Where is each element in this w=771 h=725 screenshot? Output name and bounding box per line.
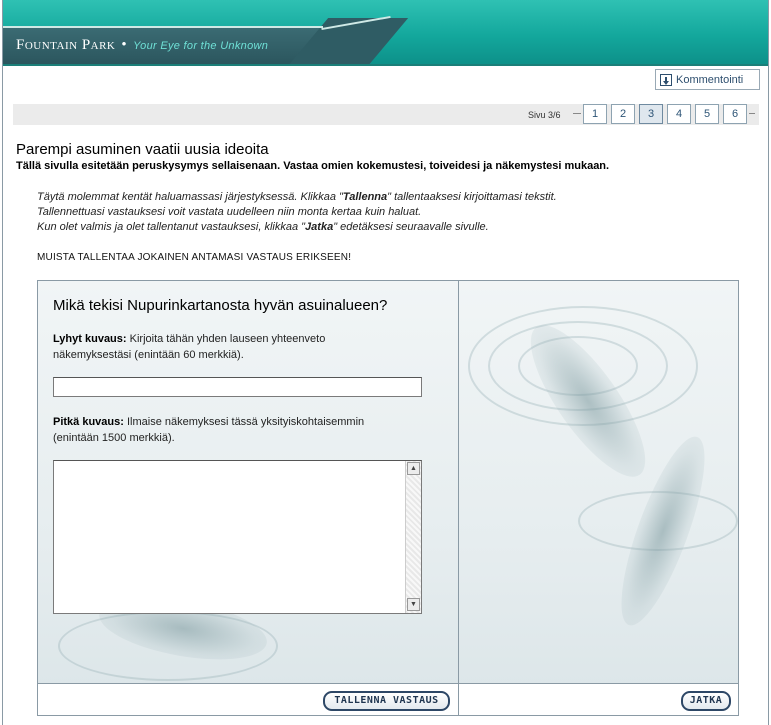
page-title: Parempi asuminen vaatii uusia ideoita (16, 141, 269, 158)
instruction-line-3: Kun olet valmis ja olet tallentanut vast… (37, 221, 489, 233)
page-button-2[interactable]: 2 (611, 104, 635, 124)
page-indicator: Sivu 3/6 (528, 110, 561, 120)
long-description-textarea[interactable]: ▲ ▼ (53, 460, 422, 614)
question-heading: Mikä tekisi Nupurinkartanosta hyvän asui… (53, 297, 388, 314)
textarea-scrollbar[interactable]: ▲ ▼ (405, 461, 421, 613)
brand-tagline: Your Eye for the Unknown (133, 40, 269, 52)
scroll-up-icon[interactable]: ▲ (407, 462, 420, 475)
page-button-1[interactable]: 1 (583, 104, 607, 124)
save-answer-button[interactable]: TALLENNA VASTAUS (323, 691, 450, 711)
continue-button[interactable]: JATKA (681, 691, 731, 711)
download-comment-icon (660, 73, 672, 86)
comment-button-label: Kommentointi (676, 73, 744, 86)
page-button-4[interactable]: 4 (667, 104, 691, 124)
short-description-input[interactable] (53, 377, 422, 397)
panel-footer: TALLENNA VASTAUS JATKA (38, 683, 738, 715)
page-frame: Fountain Park • Your Eye for the Unknown K… (2, 0, 769, 725)
instruction-line-1: Täytä molemmat kentät haluamassasi järje… (37, 191, 557, 203)
page-button-3[interactable]: 3 (639, 104, 663, 124)
answer-panel: Mikä tekisi Nupurinkartanosta hyvän asui… (37, 280, 739, 716)
page-button-5[interactable]: 5 (695, 104, 719, 124)
brand-name: Fountain Park (16, 37, 116, 53)
instruction-line-2: Tallennettuasi vastauksesi voit vastata … (37, 206, 422, 218)
comment-button[interactable]: Kommentointi (655, 69, 760, 90)
brand-logo: Fountain Park • Your Eye for the Unknown (16, 37, 269, 53)
page-subtitle: Tällä sivulla esitetään peruskysymys sel… (16, 160, 610, 172)
long-description-label: Pitkä kuvaus: Ilmaise näkemyksesi tässä … (53, 416, 365, 444)
short-description-label: Lyhyt kuvaus: Kirjoita tähän yhden lause… (53, 333, 326, 361)
save-reminder: MUISTA TALLENTAA JOKAINEN ANTAMASI VASTA… (37, 252, 352, 263)
header-banner: Fountain Park • Your Eye for the Unknown (3, 0, 768, 66)
scroll-down-icon[interactable]: ▼ (407, 598, 420, 611)
page-button-6[interactable]: 6 (723, 104, 747, 124)
